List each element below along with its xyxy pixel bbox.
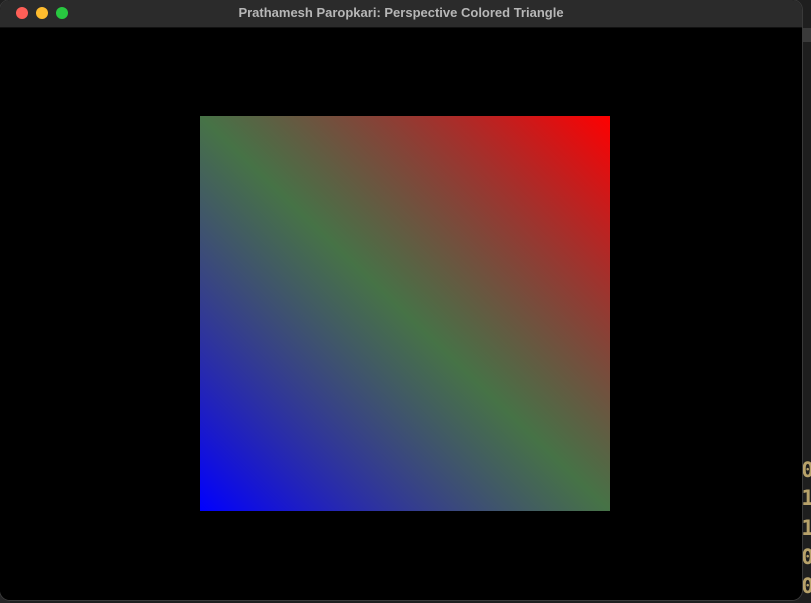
- background-terminal-digit: 0: [801, 458, 811, 482]
- colored-quad: [200, 116, 610, 511]
- background-terminal-digit: 0: [801, 574, 811, 598]
- background-terminal-digit: 1: [801, 486, 811, 510]
- window-title: Prathamesh Paropkari: Perspective Colore…: [238, 5, 564, 20]
- render-canvas[interactable]: [0, 28, 802, 600]
- window-titlebar[interactable]: Prathamesh Paropkari: Perspective Colore…: [0, 0, 802, 28]
- background-terminal-digit: 1: [801, 516, 811, 540]
- colored-quad-graphic: [200, 116, 610, 511]
- background-terminal-digit: 0: [801, 545, 811, 569]
- opengl-window: Prathamesh Paropkari: Perspective Colore…: [0, 0, 802, 600]
